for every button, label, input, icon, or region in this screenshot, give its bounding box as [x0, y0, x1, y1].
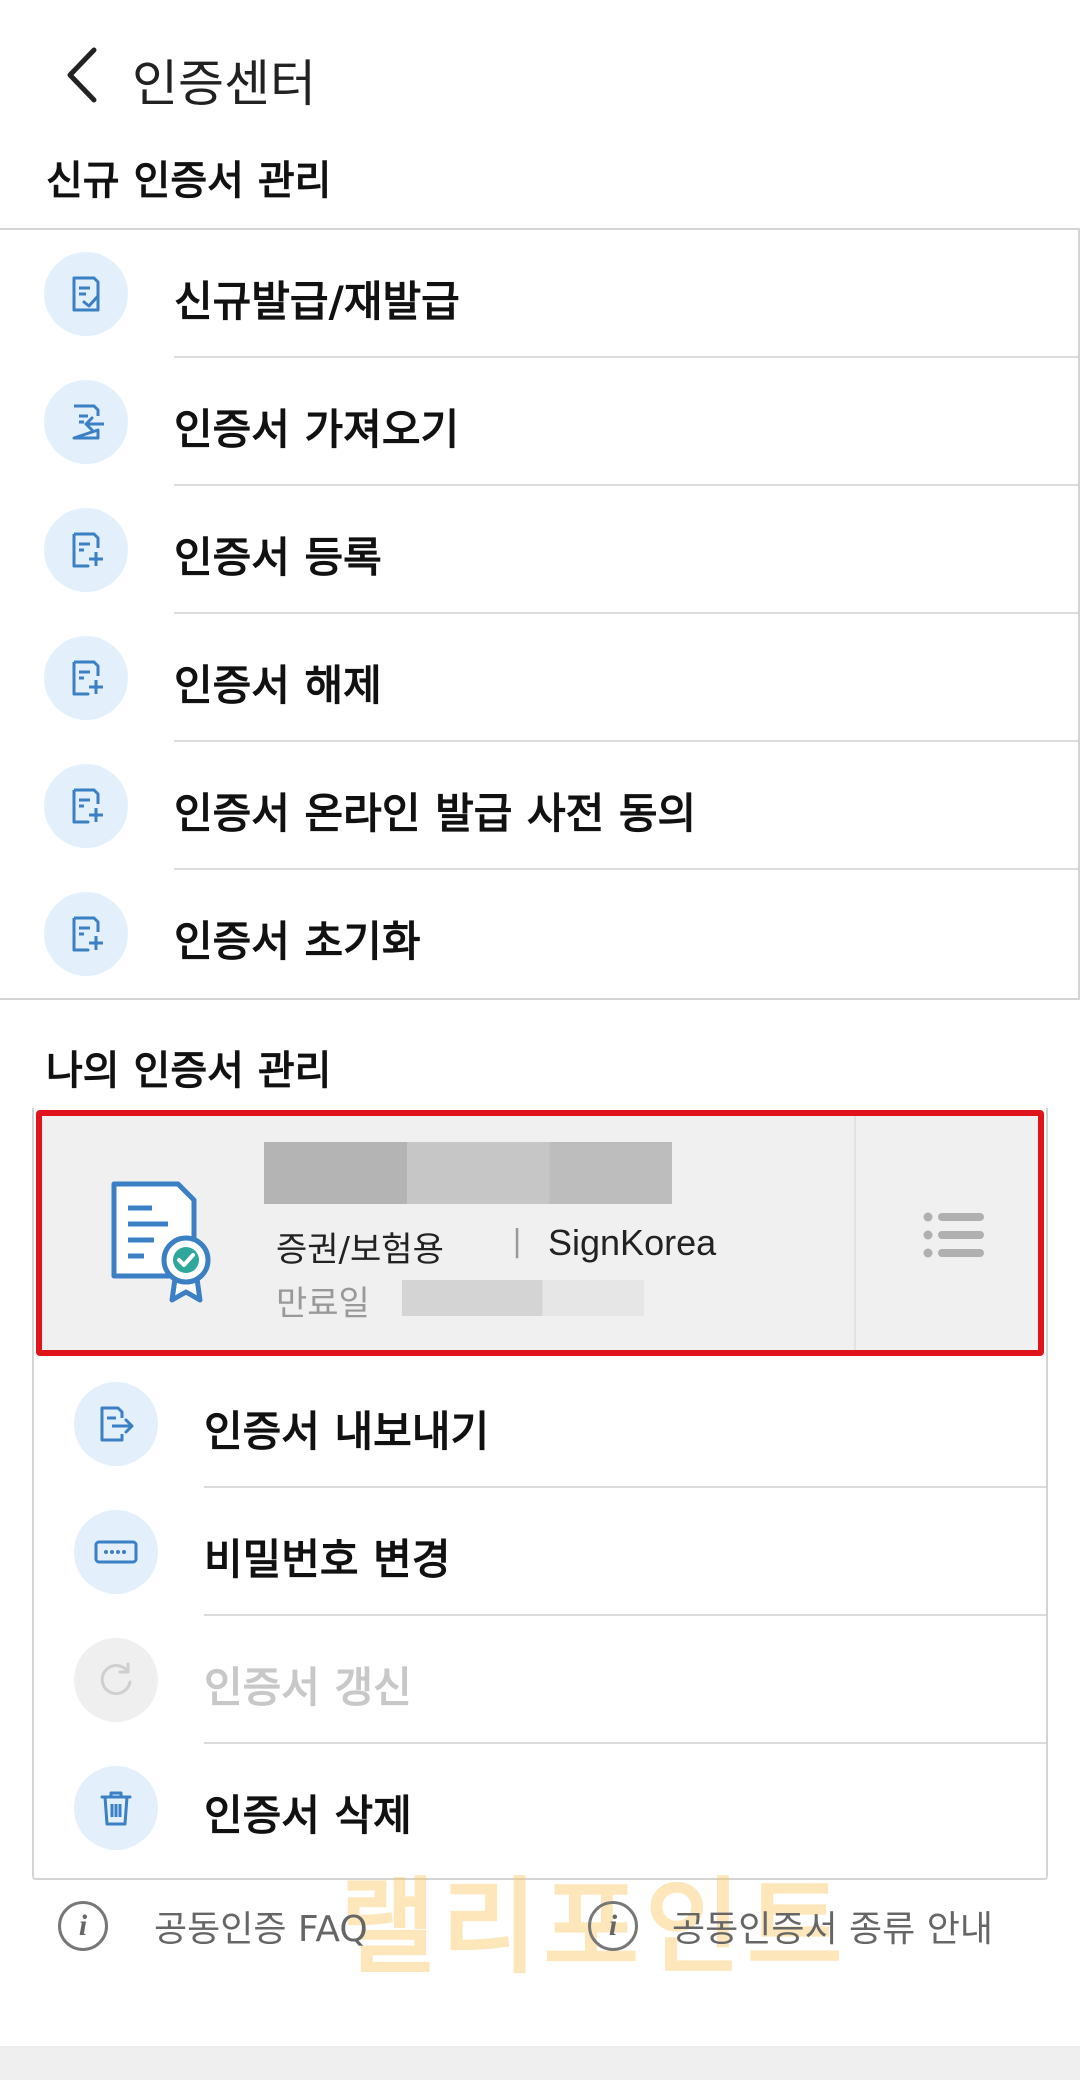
- doc-import-icon: [44, 380, 128, 464]
- password-icon: [74, 1510, 158, 1594]
- action-label: 비밀번호 변경: [204, 1535, 451, 1584]
- doc-export-icon: [74, 1382, 158, 1466]
- doc-plus-icon: [44, 892, 128, 976]
- menu-item-reset[interactable]: 인증서 초기화: [0, 870, 1078, 998]
- faq-link-label: 공동인증 FAQ: [154, 1909, 368, 1950]
- cert-expiry-label: 만료일: [276, 1284, 370, 1324]
- certificate-icon: [111, 1181, 211, 1303]
- section-title-my-cert: 나의 인증서 관리: [46, 1048, 332, 1094]
- certificate-card[interactable]: 증권/보험용 | SignKorea 만료일: [36, 1110, 1044, 1356]
- faq-link[interactable]: i 공동인증 FAQ: [58, 1896, 368, 1956]
- action-renew: 인증서 갱신: [34, 1616, 1046, 1744]
- menu-item-label: 인증서 가져오기: [174, 405, 460, 454]
- divider: [854, 1116, 856, 1350]
- action-change-password[interactable]: 비밀번호 변경: [34, 1488, 1046, 1616]
- page-title: 인증센터: [132, 55, 316, 113]
- menu-item-online-consent[interactable]: 인증서 온라인 발급 사전 동의: [0, 742, 1078, 870]
- bottom-bar: [0, 2046, 1080, 2080]
- top-bar: 인증센터: [0, 0, 1080, 150]
- info-icon: i: [588, 1901, 638, 1951]
- cert-usage: 증권/보험용: [276, 1230, 444, 1270]
- menu-item-label: 신규발급/재발급: [174, 277, 460, 326]
- menu-item-issue[interactable]: 신규발급/재발급: [0, 230, 1078, 358]
- doc-plus-icon: [44, 508, 128, 592]
- back-button[interactable]: [56, 40, 116, 110]
- doc-plus-icon: [44, 636, 128, 720]
- cert-types-link[interactable]: i 공동인증서 종류 안내: [588, 1896, 993, 1956]
- cert-types-link-label: 공동인증서 종류 안내: [672, 1909, 993, 1950]
- action-label: 인증서 삭제: [204, 1791, 412, 1840]
- chevron-left-icon: [67, 47, 97, 103]
- menu-item-import[interactable]: 인증서 가져오기: [0, 358, 1078, 486]
- action-export[interactable]: 인증서 내보내기: [34, 1360, 1046, 1488]
- action-label: 인증서 갱신: [204, 1663, 412, 1712]
- refresh-icon: [74, 1638, 158, 1722]
- menu-item-release[interactable]: 인증서 해제: [0, 614, 1078, 742]
- redacted-expiry-date: [402, 1280, 644, 1316]
- info-icon: i: [58, 1901, 108, 1951]
- redacted-cert-name: [264, 1142, 672, 1204]
- menu-item-label: 인증서 해제: [174, 661, 382, 710]
- menu-item-label: 인증서 온라인 발급 사전 동의: [174, 789, 697, 838]
- section-title-new-cert: 신규 인증서 관리: [46, 158, 332, 204]
- doc-check-icon: [44, 252, 128, 336]
- cert-issuer: SignKorea: [548, 1222, 717, 1263]
- list-menu-icon[interactable]: [922, 1212, 984, 1258]
- menu-item-register[interactable]: 인증서 등록: [0, 486, 1078, 614]
- menu-item-label: 인증서 등록: [174, 533, 382, 582]
- action-delete[interactable]: 인증서 삭제: [34, 1744, 1046, 1872]
- menu-item-label: 인증서 초기화: [174, 917, 421, 966]
- cert-divider: |: [512, 1224, 523, 1259]
- trash-icon: [74, 1766, 158, 1850]
- doc-plus-icon: [44, 764, 128, 848]
- new-cert-menu: 신규발급/재발급 인증서 가져오기 인증서 등록 인증서 해제 인증서 온라인 …: [0, 228, 1080, 1000]
- action-label: 인증서 내보내기: [204, 1407, 490, 1456]
